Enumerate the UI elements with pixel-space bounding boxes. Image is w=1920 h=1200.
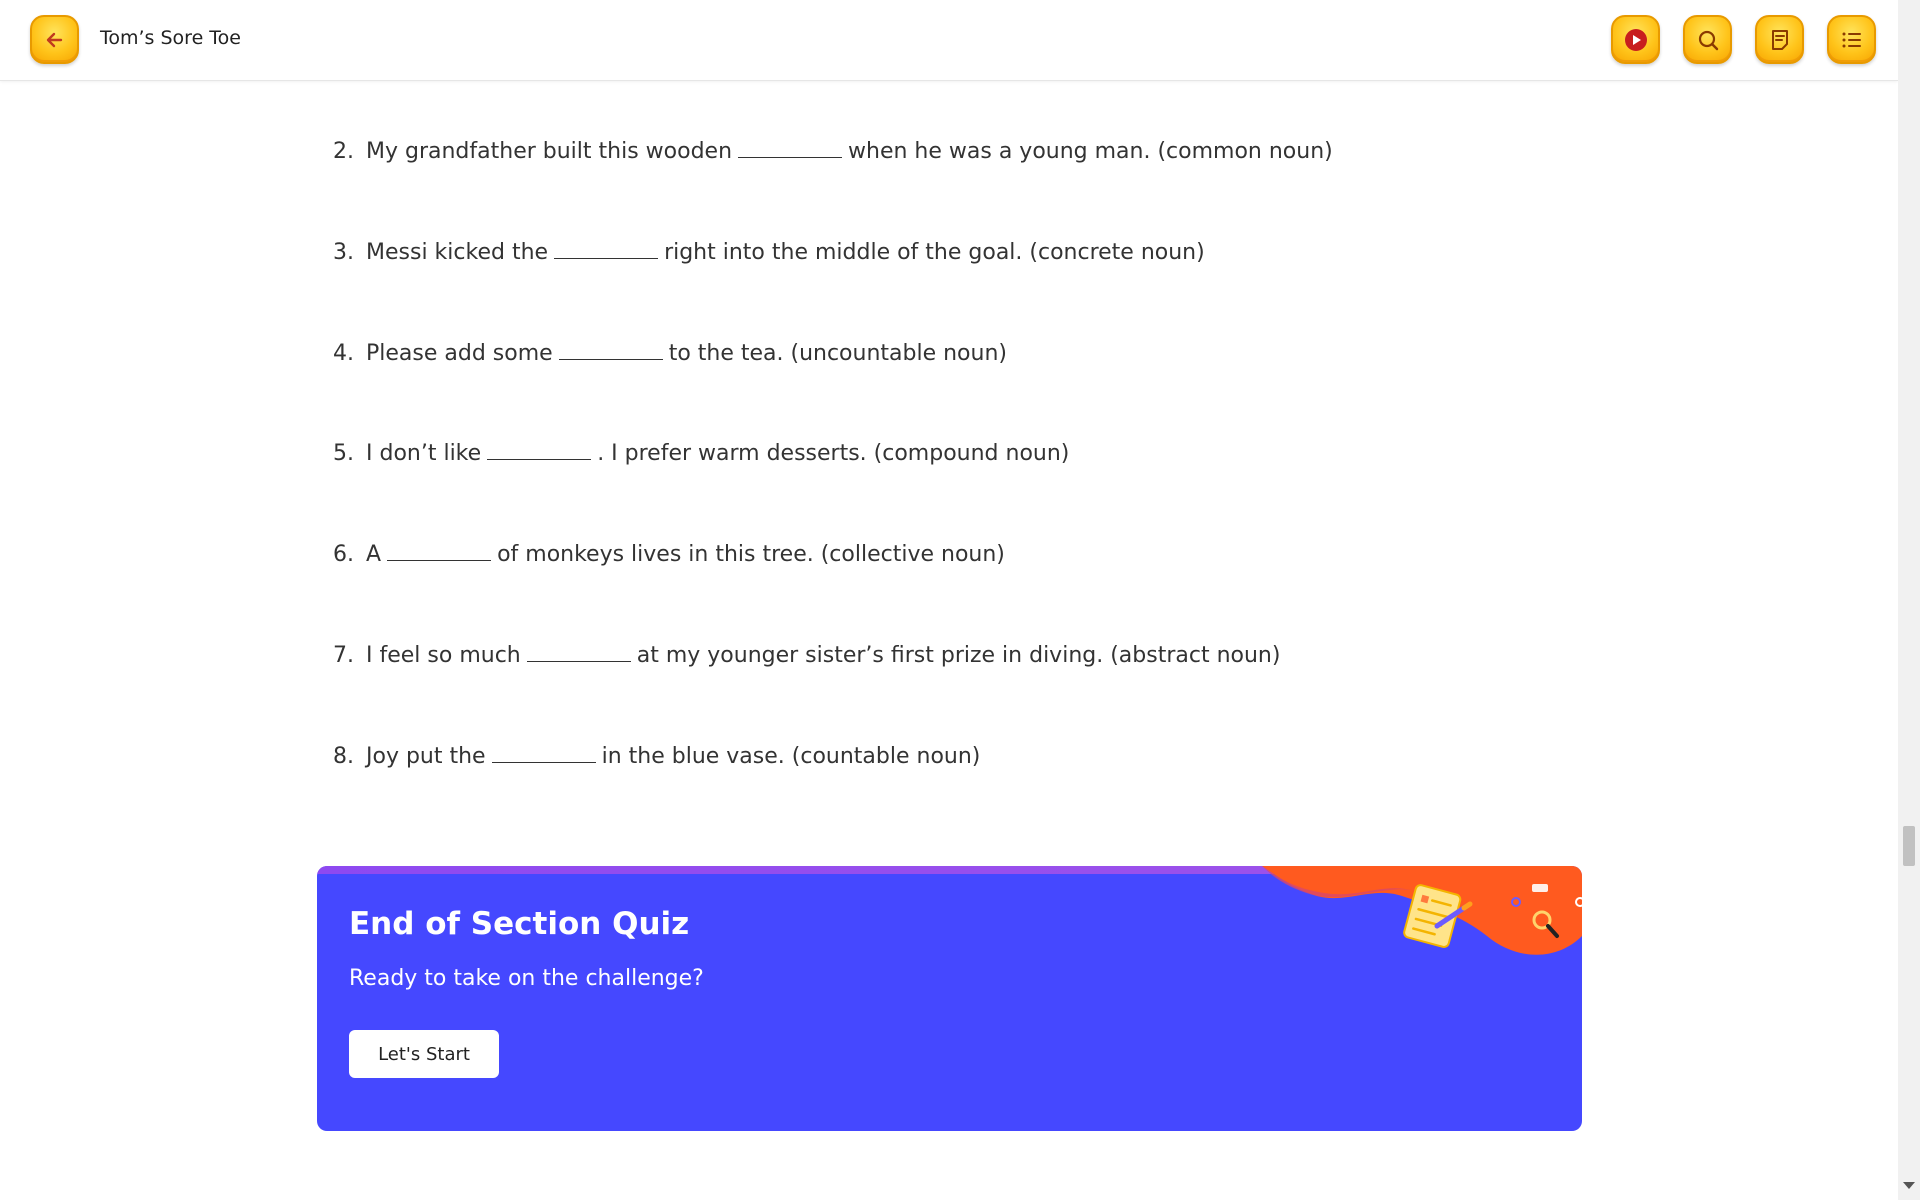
item-text-after: right into the middle of the goal. (conc…: [664, 240, 1205, 265]
notes-icon: [1771, 29, 1788, 50]
answer-blank: [738, 137, 843, 158]
exercise-item: 2. My grandfather built this wooden when h…: [333, 137, 1333, 164]
exercise-item: 8. Joy put the in the blue vase. (countabl…: [333, 742, 980, 769]
answer-blank: [491, 742, 596, 763]
notes-button[interactable]: [1755, 15, 1804, 64]
item-number: 6.: [333, 542, 354, 567]
item-text-before: Joy put the: [366, 744, 486, 769]
arrow-left-icon: [46, 32, 62, 47]
item-text-after: to the tea. (uncountable noun): [668, 341, 1007, 366]
item-number: 4.: [333, 341, 354, 366]
item-number: 2.: [333, 139, 354, 164]
answer-blank: [487, 439, 592, 460]
back-button[interactable]: [30, 15, 79, 64]
item-text-before: A: [366, 542, 382, 567]
exercise-item: 7. I feel so much at my younger sister’s f…: [333, 641, 1280, 668]
menu-button[interactable]: [1827, 15, 1876, 64]
item-number: 7.: [333, 643, 354, 668]
exercise-item: 4. Please add some to the tea. (uncountabl…: [333, 339, 1007, 366]
item-text-before: I feel so much: [366, 643, 521, 668]
item-text-after: at my younger sister’s first prize in di…: [636, 643, 1281, 668]
item-text-before: My grandfather built this wooden: [366, 139, 733, 164]
item-text-before: Messi kicked the: [366, 240, 549, 265]
scroll-down-arrow-icon[interactable]: [1903, 1182, 1915, 1189]
vertical-scrollbar[interactable]: [1898, 0, 1920, 1200]
item-text-after: of monkeys lives in this tree. (collecti…: [497, 542, 1005, 567]
item-text-before: Please add some: [366, 341, 553, 366]
answer-blank: [558, 339, 663, 360]
item-text-after: in the blue vase. (countable noun): [601, 744, 981, 769]
quiz-checklist-illustration: [1262, 866, 1582, 955]
quiz-subtitle: Ready to take on the challenge?: [349, 966, 704, 991]
lets-start-button[interactable]: Let's Start: [349, 1030, 499, 1078]
item-text-after: when he was a young man. (common noun): [848, 139, 1333, 164]
play-icon: [1624, 28, 1647, 51]
exercise-item: 3. Messi kicked the right into the middle …: [333, 238, 1205, 265]
top-bar: Tom’s Sore Toe: [0, 0, 1898, 81]
item-number: 3.: [333, 240, 354, 265]
search-icon: [1698, 30, 1718, 50]
answer-blank: [526, 641, 631, 662]
exercise-item: 6. Aof monkeys lives in this tree. (colle…: [333, 540, 1005, 567]
list-menu-icon: [1842, 32, 1861, 47]
play-button[interactable]: [1611, 15, 1660, 64]
exercise-item: 5. I don’t like . I prefer warm desserts. …: [333, 439, 1069, 466]
answer-blank: [387, 540, 492, 561]
quiz-title: End of Section Quiz: [349, 906, 690, 942]
item-number: 8.: [333, 744, 354, 769]
item-text-before: I don’t like: [366, 441, 482, 466]
scrollbar-thumb[interactable]: [1903, 826, 1915, 866]
page-title: Tom’s Sore Toe: [100, 27, 241, 49]
end-of-section-quiz-card: End of Section Quiz Ready to take on the…: [317, 866, 1582, 1131]
answer-blank: [554, 238, 659, 259]
item-number: 5.: [333, 441, 354, 466]
item-text-after: . I prefer warm desserts. (compound noun…: [597, 441, 1070, 466]
search-button[interactable]: [1683, 15, 1732, 64]
